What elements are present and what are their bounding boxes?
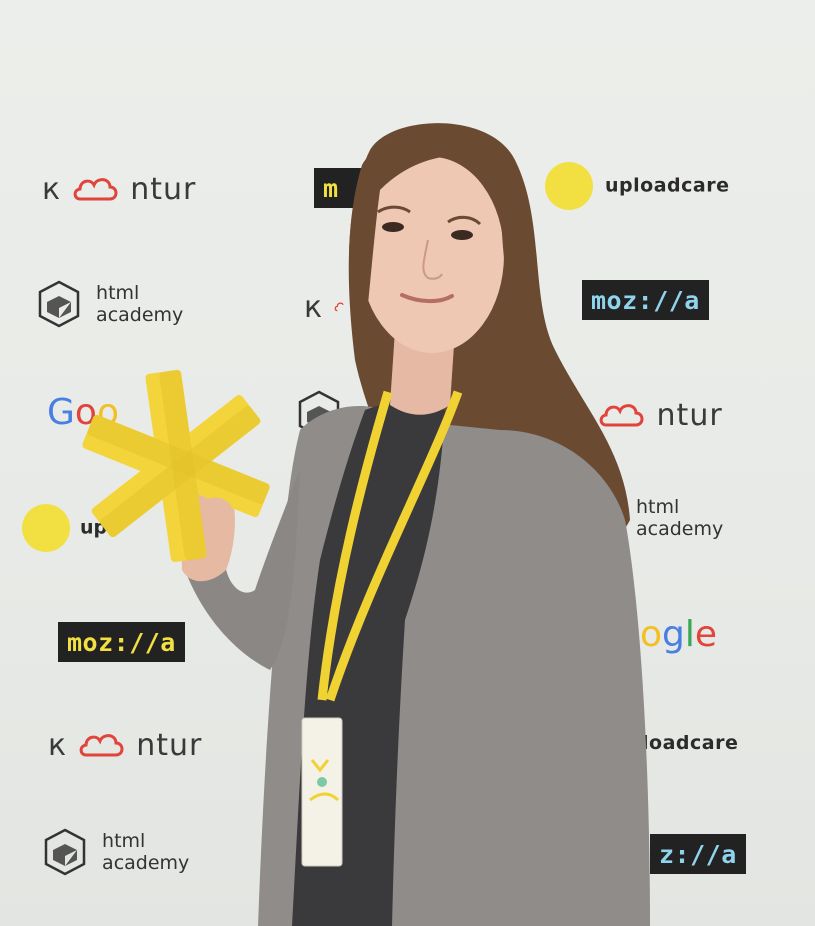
woman-holding-award <box>82 123 650 926</box>
photo-scene: к ntur m uploadcare html academy к moz://… <box>0 0 815 926</box>
right-eye <box>451 230 473 240</box>
badge-card <box>301 717 343 867</box>
yellow-asterisk-award-icon <box>82 369 270 563</box>
left-eye <box>382 222 404 232</box>
